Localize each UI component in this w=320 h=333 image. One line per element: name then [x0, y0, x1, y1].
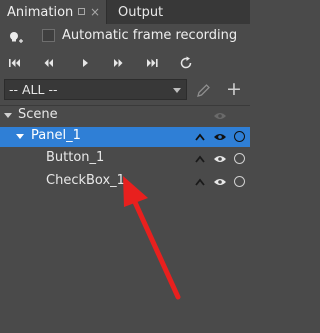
- lock-circle-icon[interactable]: [234, 153, 245, 164]
- tree-row-button[interactable]: Button_1: [0, 149, 250, 169]
- move-up-chevron-icon[interactable]: [195, 176, 205, 191]
- panel-tab-bar: Animation × Output: [0, 0, 250, 24]
- plus-icon[interactable]: +: [226, 78, 242, 100]
- prev-frame-icon[interactable]: [42, 57, 58, 71]
- lock-circle-icon[interactable]: [234, 131, 245, 142]
- expand-arrow-icon[interactable]: [4, 113, 12, 118]
- tree-row-scene[interactable]: Scene: [0, 106, 250, 126]
- close-icon[interactable]: ×: [90, 0, 100, 25]
- animation-clip-value: -- ALL --: [9, 82, 58, 97]
- next-frame-icon[interactable]: [111, 57, 127, 71]
- tab-output[interactable]: Output: [118, 0, 163, 24]
- maximize-icon[interactable]: [78, 8, 85, 15]
- tab-animation[interactable]: Animation ×: [0, 0, 107, 24]
- animation-clip-select[interactable]: -- ALL --: [4, 79, 187, 100]
- add-light-icon[interactable]: [8, 30, 24, 50]
- transport-controls: [0, 52, 250, 78]
- tree-label-panel: Panel_1: [31, 128, 81, 143]
- last-frame-icon[interactable]: [145, 57, 161, 71]
- visibility-eye-icon[interactable]: [213, 131, 227, 146]
- visibility-eye-icon[interactable]: [213, 176, 227, 191]
- pencil-icon[interactable]: [196, 83, 212, 102]
- tab-animation-label: Animation: [7, 5, 74, 20]
- first-frame-icon[interactable]: [8, 57, 24, 71]
- play-icon[interactable]: [78, 57, 94, 71]
- tab-output-label: Output: [118, 5, 164, 20]
- auto-record-checkbox[interactable]: [42, 29, 55, 42]
- loop-icon[interactable]: [178, 55, 194, 69]
- visibility-eye-icon[interactable]: [213, 110, 227, 125]
- record-row: Automatic frame recording: [0, 24, 250, 50]
- lock-circle-icon[interactable]: [234, 176, 245, 187]
- tree-label-scene: Scene: [18, 107, 58, 122]
- tree-row-panel[interactable]: Panel_1: [0, 127, 250, 147]
- dropdown-caret-icon: [173, 88, 181, 93]
- visibility-eye-icon[interactable]: [213, 153, 227, 168]
- annotation-arrow: [123, 176, 181, 300]
- auto-record-label: Automatic frame recording: [62, 28, 238, 43]
- move-up-chevron-icon[interactable]: [195, 153, 205, 168]
- expand-arrow-icon[interactable]: [16, 134, 24, 139]
- clip-row: -- ALL -- +: [0, 78, 250, 102]
- tree-label-button: Button_1: [46, 150, 105, 165]
- move-up-chevron-icon[interactable]: [195, 131, 205, 146]
